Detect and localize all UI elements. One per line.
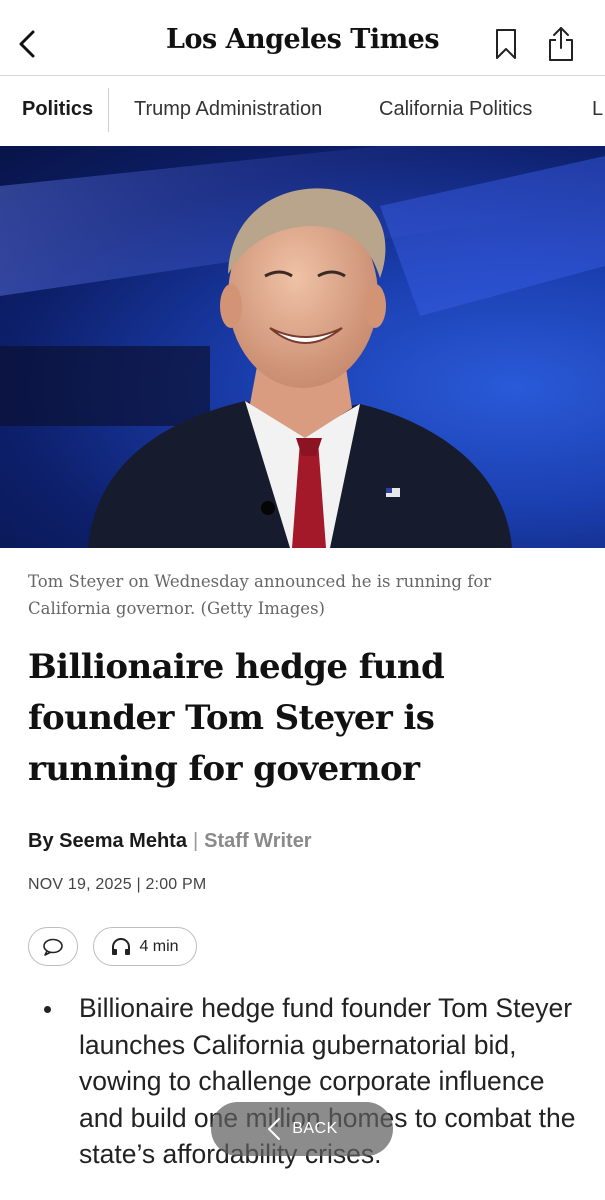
nav-divider bbox=[108, 88, 109, 132]
tab-overflow[interactable]: L bbox=[592, 98, 603, 121]
listen-button[interactable]: 4 min bbox=[93, 927, 197, 966]
byline: By Seema Mehta | Staff Writer bbox=[28, 830, 312, 853]
hero-image[interactable] bbox=[0, 146, 605, 548]
tab-trump-administration[interactable]: Trump Administration bbox=[134, 98, 322, 121]
tab-california-politics[interactable]: California Politics bbox=[379, 98, 532, 121]
back-overlay-label: BACK bbox=[292, 1120, 338, 1137]
bookmark-icon bbox=[496, 29, 516, 59]
comments-button[interactable] bbox=[28, 927, 78, 966]
hero-caption: Tom Steyer on Wednesday announced he is … bbox=[28, 572, 492, 618]
section-nav: Politics Trump Administration California… bbox=[0, 76, 605, 144]
byline-separator: | bbox=[192, 830, 199, 852]
tab-politics[interactable]: Politics bbox=[22, 98, 93, 121]
article-headline: Billionaire hedge fund founder Tom Steye… bbox=[28, 647, 445, 789]
author-name[interactable]: By Seema Mehta bbox=[28, 830, 187, 852]
bookmark-button[interactable] bbox=[489, 24, 523, 64]
app-header: Los Angeles Times bbox=[0, 0, 605, 76]
listen-duration: 4 min bbox=[139, 937, 179, 955]
share-icon bbox=[549, 27, 573, 61]
comment-icon bbox=[43, 938, 63, 956]
headphones-icon bbox=[112, 937, 131, 955]
chevron-left-icon bbox=[268, 1118, 281, 1140]
hero-photo-illustration bbox=[0, 146, 605, 548]
bullet-dot bbox=[44, 1006, 51, 1013]
back-overlay-button[interactable]: BACK bbox=[211, 1102, 393, 1156]
publish-date: NOV 19, 2025 | 2:00 PM bbox=[28, 876, 207, 893]
share-button[interactable] bbox=[541, 22, 581, 66]
author-role: Staff Writer bbox=[204, 830, 312, 852]
